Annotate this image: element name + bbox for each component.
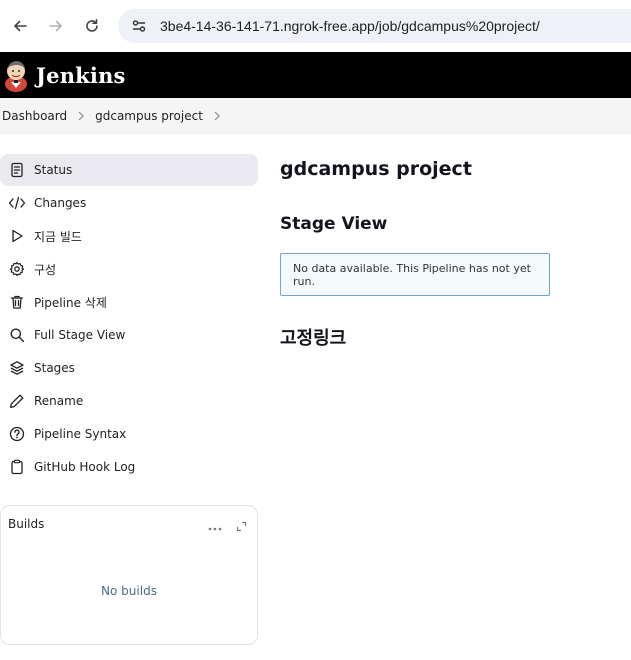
document-icon [8, 161, 26, 179]
sidebar-item-label: Pipeline 삭제 [34, 295, 107, 310]
sidebar-item-changes[interactable]: Changes [0, 187, 258, 219]
sidebar-item-delete-pipeline[interactable]: Pipeline 삭제 [0, 286, 258, 318]
builds-widget: Builds No builds [0, 505, 258, 645]
help-circle-icon [8, 425, 26, 443]
layers-icon [8, 359, 26, 377]
sidebar-item-build-now[interactable]: 지금 빌드 [0, 220, 258, 252]
forward-arrow-icon[interactable] [38, 8, 74, 44]
sidebar-item-label: GitHub Hook Log [34, 460, 136, 474]
sidebar-item-full-stage-view[interactable]: Full Stage View [0, 319, 258, 351]
breadcrumb-dashboard[interactable]: Dashboard [2, 109, 67, 123]
address-bar[interactable]: 3be4-14-36-141-71.ngrok-free.app/job/gdc… [118, 9, 631, 43]
sidebar-item-pipeline-syntax[interactable]: Pipeline Syntax [0, 418, 258, 450]
sidebar-item-label: 구성 [34, 262, 57, 277]
permalinks-heading: 고정링크 [280, 328, 347, 349]
chevron-right-icon[interactable] [213, 111, 221, 121]
gear-icon [8, 260, 26, 278]
more-icon[interactable] [208, 517, 222, 536]
builds-empty-text: No builds [101, 584, 157, 598]
breadcrumb: Dashboard gdcampus project [0, 98, 631, 134]
sidebar-item-label: Stages [34, 361, 75, 375]
sidebar-item-label: Pipeline Syntax [34, 427, 127, 441]
page-content: Status Changes 지금 빌드 구성 Pipeline 삭제 Full… [0, 134, 631, 645]
sidebar-item-label: Changes [34, 196, 87, 210]
jenkins-logo[interactable] [2, 57, 30, 93]
jenkins-title[interactable]: Jenkins [36, 63, 126, 88]
jenkins-header: Jenkins [0, 52, 631, 98]
sidebar-item-stages[interactable]: Stages [0, 352, 258, 384]
search-icon [8, 326, 26, 344]
expand-icon[interactable] [236, 517, 247, 536]
sidebar-item-label: Status [34, 163, 73, 177]
sidebar-item-status[interactable]: Status [0, 154, 258, 186]
sidebar-item-label: 지금 빌드 [34, 229, 82, 244]
builds-title: Builds [8, 517, 45, 531]
clipboard-icon [8, 458, 26, 476]
chevron-right-icon[interactable] [77, 111, 85, 121]
trash-icon [8, 293, 26, 311]
url-text[interactable]: 3be4-14-36-141-71.ngrok-free.app/job/gdc… [160, 18, 540, 34]
sidebar-item-github-hook-log[interactable]: GitHub Hook Log [0, 451, 258, 483]
stage-view-heading: Stage View [280, 214, 388, 234]
site-settings-icon[interactable] [128, 15, 150, 37]
sidebar: Status Changes 지금 빌드 구성 Pipeline 삭제 Full… [0, 134, 260, 645]
breadcrumb-project[interactable]: gdcampus project [95, 109, 203, 123]
sidebar-item-configure[interactable]: 구성 [0, 253, 258, 285]
code-icon [8, 194, 26, 212]
builds-actions [208, 517, 247, 536]
play-icon [8, 227, 26, 245]
main-content: gdcampus project Stage View No data avai… [280, 134, 631, 350]
pencil-icon [8, 392, 26, 410]
reload-icon[interactable] [74, 8, 110, 44]
sidebar-item-label: Full Stage View [34, 328, 126, 342]
page-title: gdcampus project [280, 158, 472, 180]
sidebar-item-label: Rename [34, 394, 84, 408]
stage-view-notice: No data available. This Pipeline has not… [280, 253, 550, 296]
back-arrow-icon[interactable] [2, 8, 38, 44]
browser-toolbar: 3be4-14-36-141-71.ngrok-free.app/job/gdc… [0, 0, 631, 52]
sidebar-item-rename[interactable]: Rename [0, 385, 258, 417]
